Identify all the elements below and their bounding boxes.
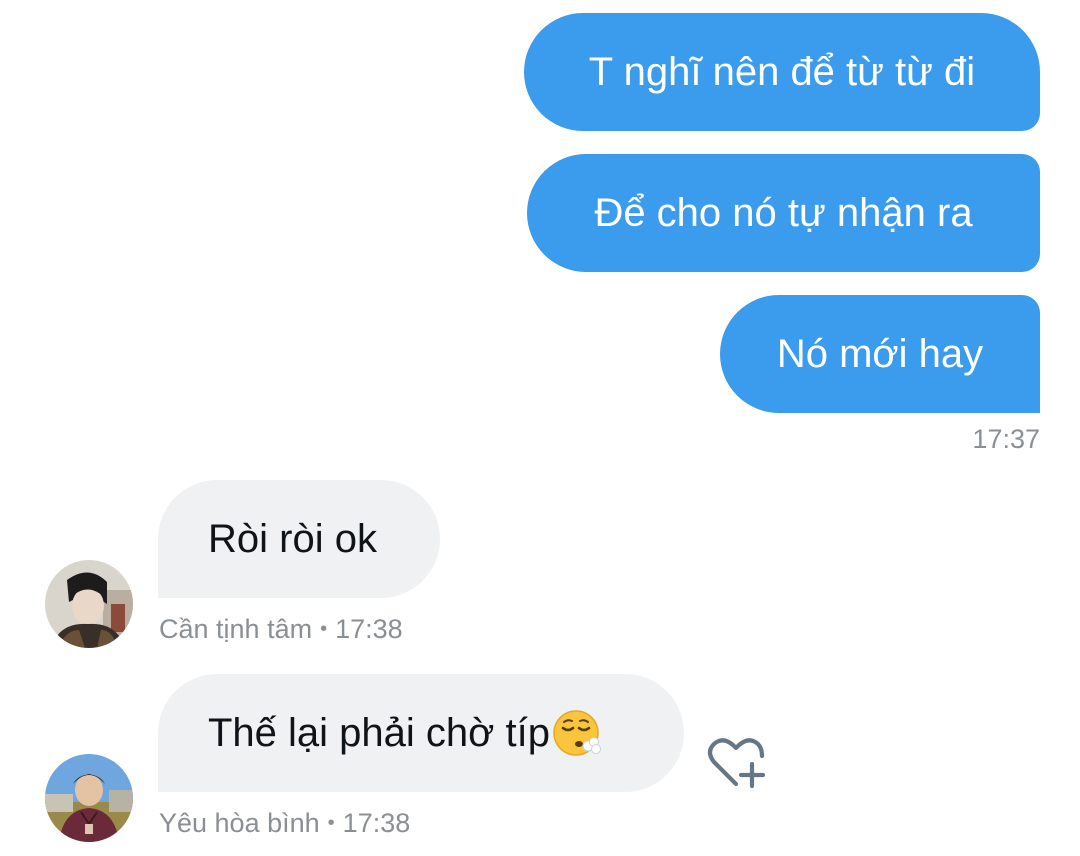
face-exhaling-emoji [552,708,602,758]
incoming-message-bubble[interactable]: Ròi ròi ok [158,480,440,598]
avatar[interactable] [45,754,133,842]
sender-name: Yêu hòa bình [159,808,320,838]
message-text: Nó mới hay [776,332,984,376]
outgoing-message-bubble[interactable]: Để cho nó tự nhận ra [527,154,1040,272]
outgoing-timestamp: 17:37 [972,424,1040,454]
incoming-message-bubble[interactable]: Thế lại phải chờ típ [158,674,684,792]
message-time: 17:38 [335,614,403,644]
outgoing-message-bubble[interactable]: Nó mới hay [720,295,1040,413]
message-time: 17:38 [342,808,411,838]
meta-separator: • [320,618,328,640]
avatar-image [45,560,133,648]
outgoing-message-bubble[interactable]: T nghĩ nên để từ từ đi [524,13,1040,131]
meta-separator: • [327,812,335,834]
message-text: Ròi ròi ok [208,517,377,561]
message-text: T nghĩ nên để từ từ đi [588,50,976,94]
sender-name: Cần tịnh tâm [159,614,313,644]
message-text: Để cho nó tự nhận ra [594,191,973,235]
message-text: Thế lại phải chờ típ [208,711,550,755]
add-reaction-button[interactable] [706,736,768,792]
avatar-image [45,754,133,842]
heart-plus-icon [707,738,766,789]
message-meta: Yêu hòa bình • 17:38 [159,808,410,839]
message-meta: Cần tịnh tâm • 17:38 [159,614,403,645]
avatar[interactable] [45,560,133,648]
